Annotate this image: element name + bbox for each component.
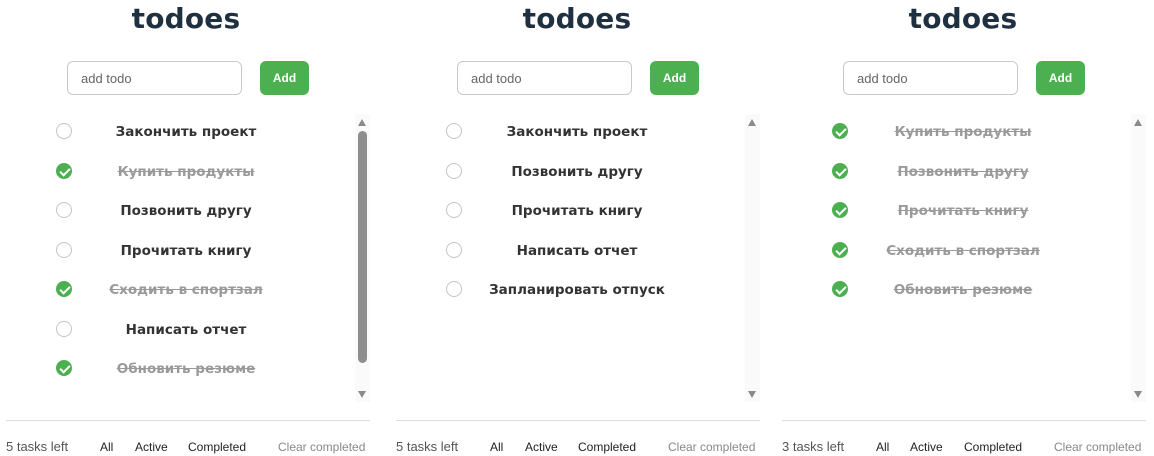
- todo-item[interactable]: Купить продукты: [0, 152, 372, 192]
- filter-completed[interactable]: Completed: [964, 440, 1022, 454]
- footer-divider: [396, 420, 760, 421]
- filter-completed[interactable]: Completed: [578, 440, 636, 454]
- todo-item[interactable]: Позвонить другу: [777, 152, 1149, 192]
- footer-divider: [6, 420, 370, 421]
- todo-item-text: Прочитать книгу: [897, 203, 1029, 219]
- list-scrollbar[interactable]: [355, 114, 370, 402]
- filter-all[interactable]: All: [490, 440, 503, 454]
- filter-active[interactable]: Active: [525, 440, 558, 454]
- scroll-up-arrow-icon[interactable]: [748, 119, 756, 126]
- todo-item-text: Закончить проект: [506, 124, 648, 140]
- clear-completed-button[interactable]: Clear completed: [1054, 440, 1141, 454]
- filter-active[interactable]: Active: [135, 440, 168, 454]
- todo-item-text: Закончить проект: [115, 124, 257, 140]
- add-todo-input[interactable]: [457, 61, 632, 95]
- add-todo-input[interactable]: [843, 61, 1018, 95]
- filter-active[interactable]: Active: [910, 440, 943, 454]
- todo-item[interactable]: Купить продукты: [777, 112, 1149, 152]
- filter-completed[interactable]: Completed: [188, 440, 246, 454]
- app-title: todoes: [131, 2, 241, 35]
- todo-item-text: Позвонить другу: [120, 203, 252, 219]
- add-button[interactable]: Add: [1036, 61, 1085, 95]
- todo-item-text: Позвонить другу: [897, 164, 1029, 180]
- list-scrollbar[interactable]: [1131, 114, 1146, 402]
- todo-item[interactable]: Прочитать книгу: [777, 191, 1149, 231]
- todo-item[interactable]: Обновить резюме: [777, 270, 1149, 310]
- todo-item-text: Прочитать книгу: [511, 203, 643, 219]
- add-button[interactable]: Add: [260, 61, 309, 95]
- todo-panel-3: todoes Add Купить продукты Позвонить друг…: [777, 0, 1149, 456]
- add-todo-input[interactable]: [67, 61, 242, 95]
- tasks-left-count: 5 tasks left: [396, 439, 459, 454]
- todo-item[interactable]: Позвонить другу: [0, 191, 372, 231]
- todo-item-text: Сходить в спортзал: [886, 243, 1040, 259]
- scroll-up-arrow-icon[interactable]: [358, 119, 366, 126]
- todo-panel-1: todoes Add Закончить проект Купить продук…: [0, 0, 372, 456]
- filter-all[interactable]: All: [100, 440, 113, 454]
- tasks-left-count: 5 tasks left: [6, 439, 69, 454]
- todo-item[interactable]: Сходить в спортзал: [777, 231, 1149, 271]
- todo-item[interactable]: Закончить проект: [0, 112, 372, 152]
- app-title: todoes: [908, 2, 1018, 35]
- todo-list: Закончить проект Позвонить другу Прочитать…: [391, 112, 763, 402]
- todo-item[interactable]: Написать отчет: [0, 310, 372, 350]
- todo-item-text: Написать отчет: [125, 322, 247, 338]
- todo-item-text: Купить продукты: [117, 164, 255, 180]
- scroll-down-arrow-icon[interactable]: [1134, 391, 1142, 398]
- add-button[interactable]: Add: [650, 61, 699, 95]
- todo-item-text: Купить продукты: [894, 124, 1032, 140]
- scroll-down-arrow-icon[interactable]: [358, 391, 366, 398]
- todo-item-text: Написать отчет: [516, 243, 638, 259]
- scroll-up-arrow-icon[interactable]: [1134, 119, 1142, 126]
- scroll-down-arrow-icon[interactable]: [748, 391, 756, 398]
- clear-completed-button[interactable]: Clear completed: [668, 440, 755, 454]
- todo-item[interactable]: Обновить резюме: [0, 349, 372, 389]
- todo-item-text: Позвонить другу: [511, 164, 643, 180]
- filter-all[interactable]: All: [876, 440, 889, 454]
- todo-item[interactable]: Написать отчет: [391, 231, 763, 271]
- footer-divider: [782, 420, 1146, 421]
- clear-completed-button[interactable]: Clear completed: [278, 440, 365, 454]
- todo-item-text: Обновить резюме: [116, 361, 256, 377]
- tasks-left-count: 3 tasks left: [782, 439, 845, 454]
- todo-item[interactable]: Позвонить другу: [391, 152, 763, 192]
- app-title: todoes: [522, 2, 632, 35]
- todo-item[interactable]: Прочитать книгу: [391, 191, 763, 231]
- todo-item-text: Запланировать отпуск: [489, 282, 665, 298]
- todo-item[interactable]: Сходить в спортзал: [0, 270, 372, 310]
- list-scrollbar[interactable]: [745, 114, 760, 402]
- todo-item[interactable]: Закончить проект: [391, 112, 763, 152]
- todo-item[interactable]: Запланировать отпуск: [391, 270, 763, 310]
- todo-item-text: Прочитать книгу: [120, 243, 252, 259]
- todo-item[interactable]: Прочитать книгу: [0, 231, 372, 271]
- scroll-thumb[interactable]: [358, 131, 367, 363]
- todo-list: Купить продукты Позвонить другу Прочитать …: [777, 112, 1149, 402]
- todo-item-text: Сходить в спортзал: [109, 282, 263, 298]
- todo-panel-2: todoes Add Закончить проект Позвонить дру…: [391, 0, 763, 456]
- todo-list: Закончить проект Купить продукты Позвонить…: [0, 112, 372, 402]
- todo-item-text: Обновить резюме: [893, 282, 1033, 298]
